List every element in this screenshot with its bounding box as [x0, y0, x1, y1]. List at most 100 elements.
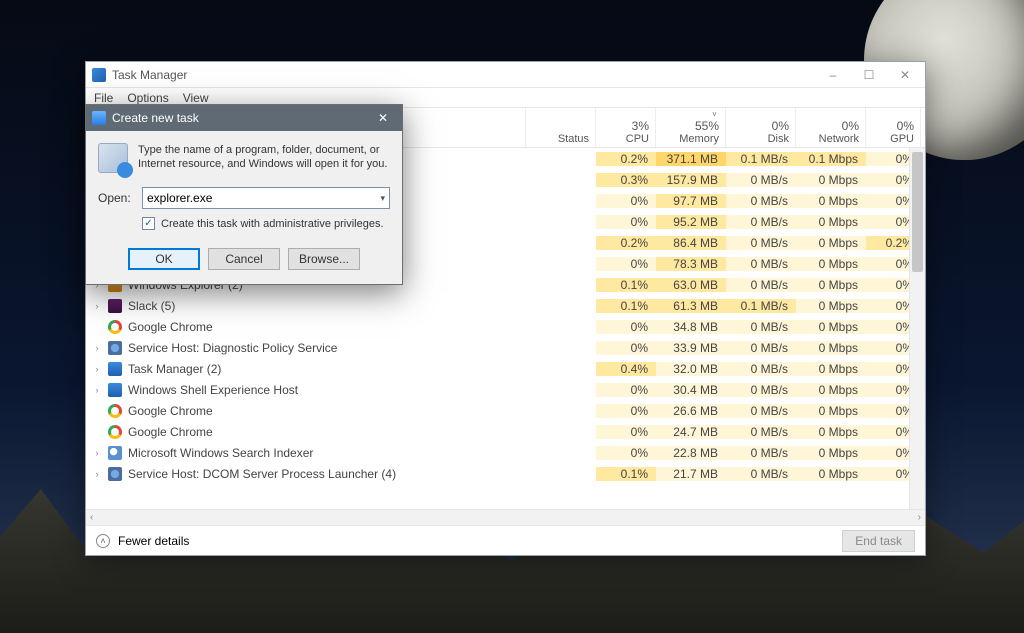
cancel-button[interactable]: Cancel — [208, 248, 280, 270]
net-cell: 0 Mbps — [796, 194, 866, 208]
disk-cell: 0 MB/s — [726, 236, 796, 250]
process-icon — [108, 446, 122, 460]
disk-cell: 0 MB/s — [726, 341, 796, 355]
table-row[interactable]: ›Task Manager (2)0.4%32.0 MB0 MB/s0 Mbps… — [86, 358, 925, 379]
footer: ˄ Fewer details End task — [86, 525, 925, 555]
table-row[interactable]: Google Chrome0%24.7 MB0 MB/s0 Mbps0% — [86, 421, 925, 442]
disk-cell: 0 MB/s — [726, 320, 796, 334]
table-row[interactable]: ›Slack (5)0.1%61.3 MB0.1 MB/s0 Mbps0% — [86, 295, 925, 316]
browse-button[interactable]: Browse... — [288, 248, 360, 270]
open-label: Open: — [98, 191, 134, 205]
table-row[interactable]: ›Microsoft Windows Search Indexer0%22.8 … — [86, 442, 925, 463]
open-input[interactable] — [147, 191, 380, 205]
mem-cell: 61.3 MB — [656, 299, 726, 313]
disk-cell: 0 MB/s — [726, 362, 796, 376]
table-row[interactable]: ›Windows Shell Experience Host0%30.4 MB0… — [86, 379, 925, 400]
close-button[interactable]: ✕ — [887, 62, 923, 88]
process-icon — [108, 383, 122, 397]
cpu-cell: 0% — [596, 257, 656, 271]
net-cell: 0 Mbps — [796, 383, 866, 397]
disk-cell: 0 MB/s — [726, 425, 796, 439]
admin-checkbox[interactable]: ✓ — [142, 217, 155, 230]
chevron-down-icon[interactable]: ▾ — [380, 193, 385, 204]
table-row[interactable]: Google Chrome0%26.6 MB0 MB/s0 Mbps0% — [86, 400, 925, 421]
process-name: Google Chrome — [128, 320, 213, 334]
table-row[interactable]: › Service Host: Diagnostic Policy Service… — [86, 337, 925, 358]
expand-icon[interactable]: › — [92, 448, 102, 458]
disk-cell: 0 MB/s — [726, 257, 796, 271]
process-icon — [108, 341, 122, 355]
col-cpu[interactable]: 3%CPU — [596, 108, 656, 149]
titlebar[interactable]: Task Manager – ☐ ✕ — [86, 62, 925, 88]
menu-view[interactable]: View — [183, 91, 209, 105]
expand-icon[interactable]: › — [92, 469, 102, 479]
mem-cell: 78.3 MB — [656, 257, 726, 271]
disk-cell: 0 MB/s — [726, 215, 796, 229]
dialog-title: Create new task — [112, 111, 370, 125]
process-name: Microsoft Windows Search Indexer — [128, 446, 313, 460]
net-cell: 0 Mbps — [796, 173, 866, 187]
mem-cell: 371.1 MB — [656, 152, 726, 166]
disk-cell: 0.1 MB/s — [726, 299, 796, 313]
cpu-cell: 0.1% — [596, 278, 656, 292]
disk-cell: 0 MB/s — [726, 467, 796, 481]
disk-cell: 0.1 MB/s — [726, 152, 796, 166]
fewer-details-link[interactable]: Fewer details — [118, 534, 189, 548]
run-icon — [98, 143, 128, 173]
col-memory[interactable]: ˅ 55%Memory — [656, 108, 726, 149]
net-cell: 0 Mbps — [796, 425, 866, 439]
minimize-button[interactable]: – — [815, 62, 851, 88]
disk-cell: 0 MB/s — [726, 404, 796, 418]
end-task-button[interactable]: End task — [842, 530, 915, 552]
col-status[interactable]: Status — [526, 108, 596, 149]
menu-options[interactable]: Options — [127, 91, 168, 105]
expand-icon[interactable]: › — [92, 364, 102, 374]
net-cell: 0 Mbps — [796, 341, 866, 355]
admin-checkbox-label: Create this task with administrative pri… — [161, 218, 384, 230]
process-icon — [108, 404, 122, 418]
col-disk[interactable]: 0%Disk — [726, 108, 796, 149]
admin-privileges-checkbox-row[interactable]: ✓ Create this task with administrative p… — [142, 217, 390, 230]
process-name: Service Host: Diagnostic Policy Service — [128, 341, 337, 355]
table-row[interactable]: Google Chrome0%34.8 MB0 MB/s0 Mbps0% — [86, 316, 925, 337]
hscroll-right-icon[interactable]: › — [918, 512, 921, 523]
fewer-details-icon[interactable]: ˄ — [96, 534, 110, 548]
process-name: Service Host: DCOM Server Process Launch… — [128, 467, 396, 481]
dialog-titlebar[interactable]: Create new task ✕ — [86, 105, 402, 131]
cpu-cell: 0% — [596, 425, 656, 439]
table-row[interactable]: › Service Host: DCOM Server Process Launc… — [86, 463, 925, 484]
open-combobox[interactable]: ▾ — [142, 187, 390, 209]
maximize-button[interactable]: ☐ — [851, 62, 887, 88]
net-cell: 0 Mbps — [796, 215, 866, 229]
process-icon — [108, 467, 122, 481]
vertical-scrollbar[interactable] — [909, 148, 925, 509]
expand-icon[interactable]: › — [92, 301, 102, 311]
process-icon — [108, 425, 122, 439]
cpu-cell: 0.2% — [596, 152, 656, 166]
mem-cell: 24.7 MB — [656, 425, 726, 439]
col-network[interactable]: 0%Network — [796, 108, 866, 149]
mem-cell: 21.7 MB — [656, 467, 726, 481]
col-gpu-engine[interactable]: GPU e — [921, 108, 925, 149]
mem-cell: 63.0 MB — [656, 278, 726, 292]
mem-cell: 97.7 MB — [656, 194, 726, 208]
hscroll-left-icon[interactable]: ‹ — [90, 512, 93, 523]
net-cell: 0.1 Mbps — [796, 152, 866, 166]
mem-cell: 157.9 MB — [656, 173, 726, 187]
dialog-body: Type the name of a program, folder, docu… — [86, 131, 402, 284]
cpu-cell: 0.4% — [596, 362, 656, 376]
horizontal-scrollbar[interactable]: ‹ › — [86, 509, 925, 525]
cpu-cell: 0% — [596, 404, 656, 418]
dialog-close-button[interactable]: ✕ — [370, 105, 396, 131]
expand-icon[interactable]: › — [92, 385, 102, 395]
ok-button[interactable]: OK — [128, 248, 200, 270]
disk-cell: 0 MB/s — [726, 446, 796, 460]
col-gpu[interactable]: 0%GPU — [866, 108, 921, 149]
net-cell: 0 Mbps — [796, 362, 866, 376]
menu-file[interactable]: File — [94, 91, 113, 105]
disk-cell: 0 MB/s — [726, 278, 796, 292]
scrollbar-thumb[interactable] — [912, 152, 923, 272]
expand-icon[interactable]: › — [92, 343, 102, 353]
net-cell: 0 Mbps — [796, 320, 866, 334]
dialog-message: Type the name of a program, folder, docu… — [138, 143, 390, 173]
